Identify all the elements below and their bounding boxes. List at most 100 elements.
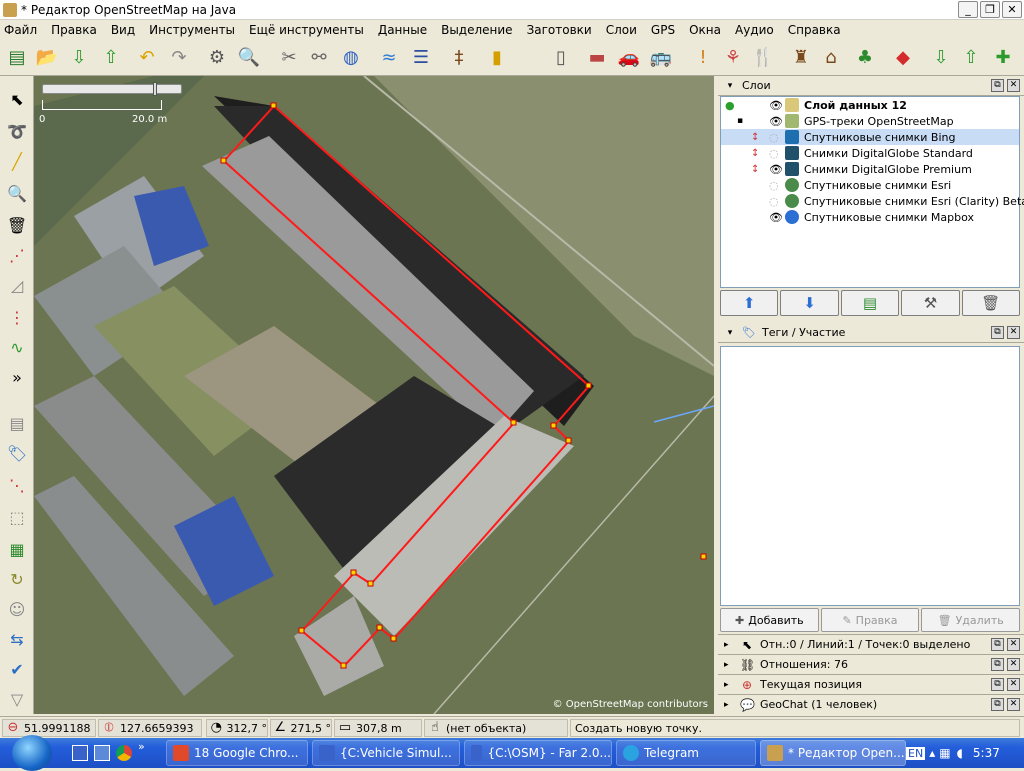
road-icon[interactable]: ▮ [484, 44, 510, 70]
expand-icon[interactable]: ▸ [724, 700, 736, 710]
geochat-panel[interactable]: ▸ 💬 GeoChat (1 человек) ⧉ ✕ [718, 694, 1024, 714]
quicklaunch-more-icon[interactable]: » [138, 740, 145, 753]
chart-icon[interactable]: ▦ [4, 536, 30, 562]
add-tag-button[interactable]: ✚ Добавить [720, 608, 819, 632]
detach-icon[interactable]: ⧉ [991, 698, 1004, 711]
validator-icon[interactable]: ✔ [4, 656, 30, 682]
layer-row[interactable]: ↕ ◌ Снимки DigitalGlobe Standard [721, 145, 1019, 161]
waterway-icon[interactable]: ≈ [376, 44, 402, 70]
split-way-icon[interactable]: ✂ [276, 44, 302, 70]
railway-icon[interactable]: ‡ [446, 44, 472, 70]
expand-icon[interactable]: ▸ [724, 680, 736, 690]
menu-layers[interactable]: Слои [606, 23, 637, 37]
more-tools-icon[interactable]: » [4, 364, 30, 390]
open-file-icon[interactable]: 📂 [34, 44, 60, 70]
taskbar-josm[interactable]: * Редактор Open... [760, 740, 906, 766]
map-attribution[interactable]: © OpenStreetMap contributors [553, 699, 708, 710]
visibility-eye-icon[interactable]: ◌ [769, 179, 779, 192]
new-file-icon[interactable]: ▤ [4, 44, 30, 70]
visibility-eye-icon[interactable]: ◌ [769, 195, 779, 208]
close-panel-icon[interactable]: ✕ [1007, 698, 1020, 711]
lasso-tool-icon[interactable]: ➰ [4, 118, 30, 144]
water-icon[interactable]: ☰ [408, 44, 434, 70]
download-icon[interactable]: ⇩ [66, 44, 92, 70]
warning-icon[interactable]: ! [690, 44, 716, 70]
barrier-icon[interactable]: ▬ [584, 44, 610, 70]
castle-icon[interactable]: ♜ [788, 44, 814, 70]
filter-icon[interactable]: ▽ [4, 686, 30, 712]
zoom-tool-icon[interactable]: 🔍 [4, 180, 30, 206]
close-panel-icon[interactable]: ✕ [1007, 658, 1020, 671]
move-up-button[interactable]: ⬆ [720, 290, 779, 316]
menu-presets[interactable]: Заготовки [527, 23, 592, 37]
extrude-icon[interactable]: ⋮ [4, 304, 30, 330]
tray-expand-icon[interactable]: ▴ [929, 746, 935, 760]
edit-tag-button[interactable]: ✎ Правка [820, 608, 920, 632]
show-desktop-icon[interactable] [72, 745, 88, 761]
align-icon[interactable]: ∿ [4, 334, 30, 360]
parallel-way-icon[interactable]: ◿ [4, 272, 30, 298]
tags-table[interactable] [720, 346, 1020, 606]
close-panel-icon[interactable]: ✕ [1007, 79, 1020, 92]
traffic-light-icon[interactable]: ▯ [548, 44, 574, 70]
detach-icon[interactable]: ⧉ [991, 79, 1004, 92]
download-area-icon[interactable]: ⇩ [928, 44, 954, 70]
visibility-eye-icon[interactable]: ◌ [769, 147, 779, 160]
menu-audio[interactable]: Аудио [735, 23, 774, 37]
layer-row[interactable]: ● 👁 Слой данных 12 [721, 97, 1019, 113]
maximize-button[interactable]: ❐ [980, 1, 1000, 18]
layers-stack-icon[interactable]: ▤ [4, 410, 30, 436]
network-icon[interactable]: ▦ [939, 746, 950, 760]
menu-view[interactable]: Вид [111, 23, 135, 37]
search-icon[interactable]: 🔍 [236, 44, 262, 70]
delete-tag-button[interactable]: 🗑 Удалить [921, 608, 1021, 632]
collapse-icon[interactable]: ▾ [724, 80, 736, 92]
balloon-icon[interactable]: ⚘ [720, 44, 746, 70]
visibility-eye-icon[interactable]: ◌ [769, 131, 779, 144]
menu-edit[interactable]: Правка [51, 23, 97, 37]
detach-icon[interactable]: ⧉ [991, 326, 1004, 339]
activate-layer-button[interactable]: ▤ [840, 290, 900, 316]
relations-panel[interactable]: ▸ ⛓ Отношения: 76 ⧉ ✕ [718, 654, 1024, 674]
minimize-button[interactable]: _ [958, 1, 978, 18]
taskbar-chrome[interactable]: 18 Google Chro... [166, 740, 308, 766]
preferences-icon[interactable]: ⚙ [204, 44, 230, 70]
collapse-icon[interactable]: ▾ [724, 327, 736, 339]
close-button[interactable]: ✕ [1002, 1, 1022, 18]
zoom-slider[interactable] [42, 82, 182, 96]
circle-icon[interactable]: ◍ [338, 44, 364, 70]
menu-tools[interactable]: Инструменты [149, 23, 235, 37]
combine-way-icon[interactable]: ⚯ [306, 44, 332, 70]
zoom-fit-icon[interactable]: ✚ [990, 44, 1016, 70]
improve-way-icon[interactable]: ⋰ [4, 242, 30, 268]
menu-windows[interactable]: Окна [689, 23, 721, 37]
taskbar-far-2[interactable]: {C:\OSM} - Far 2.0... [464, 740, 612, 766]
visibility-eye-icon[interactable]: 👁 [769, 211, 783, 224]
position-panel[interactable]: ▸ ⊕ Текущая позиция ⧉ ✕ [718, 674, 1024, 694]
draw-tool-icon[interactable]: ╱ [4, 148, 30, 174]
expand-icon[interactable]: ▸ [724, 660, 736, 670]
zoom-slider-handle[interactable] [153, 82, 157, 96]
map-view[interactable]: 0 20.0 m © OpenStreetMap contributors [34, 76, 714, 714]
language-indicator[interactable]: EN [906, 746, 926, 760]
clock[interactable]: 5:37 [973, 746, 1000, 760]
chrome-quick-icon[interactable] [116, 745, 132, 761]
close-panel-icon[interactable]: ✕ [1007, 326, 1020, 339]
food-icon[interactable]: 🍴 [750, 44, 776, 70]
upload-icon[interactable]: ⇧ [98, 44, 124, 70]
taskbar-telegram[interactable]: Telegram [616, 740, 756, 766]
switch-windows-icon[interactable] [94, 745, 110, 761]
menu-file[interactable]: Файл [4, 23, 37, 37]
visibility-eye-icon[interactable]: 👁 [769, 99, 783, 112]
industrial-icon[interactable]: ⌂ [818, 44, 844, 70]
redo-icon[interactable]: ↷ [166, 44, 192, 70]
selection-panel[interactable]: ▸ ⬉ Отн.:0 / Линий:1 / Точек:0 выделено … [718, 634, 1024, 654]
move-down-button[interactable]: ⬇ [780, 290, 839, 316]
delete-tool-icon[interactable]: 🗑 [4, 212, 30, 238]
bus-icon[interactable]: 🚌 [648, 44, 674, 70]
detach-icon[interactable]: ⧉ [991, 678, 1004, 691]
upload-area-icon[interactable]: ⇧ [958, 44, 984, 70]
delete-layer-button[interactable]: 🗑 [961, 290, 1021, 316]
undo-icon[interactable]: ↶ [134, 44, 160, 70]
layer-row[interactable]: 👁 Спутниковые снимки Mapbox [721, 209, 1019, 225]
